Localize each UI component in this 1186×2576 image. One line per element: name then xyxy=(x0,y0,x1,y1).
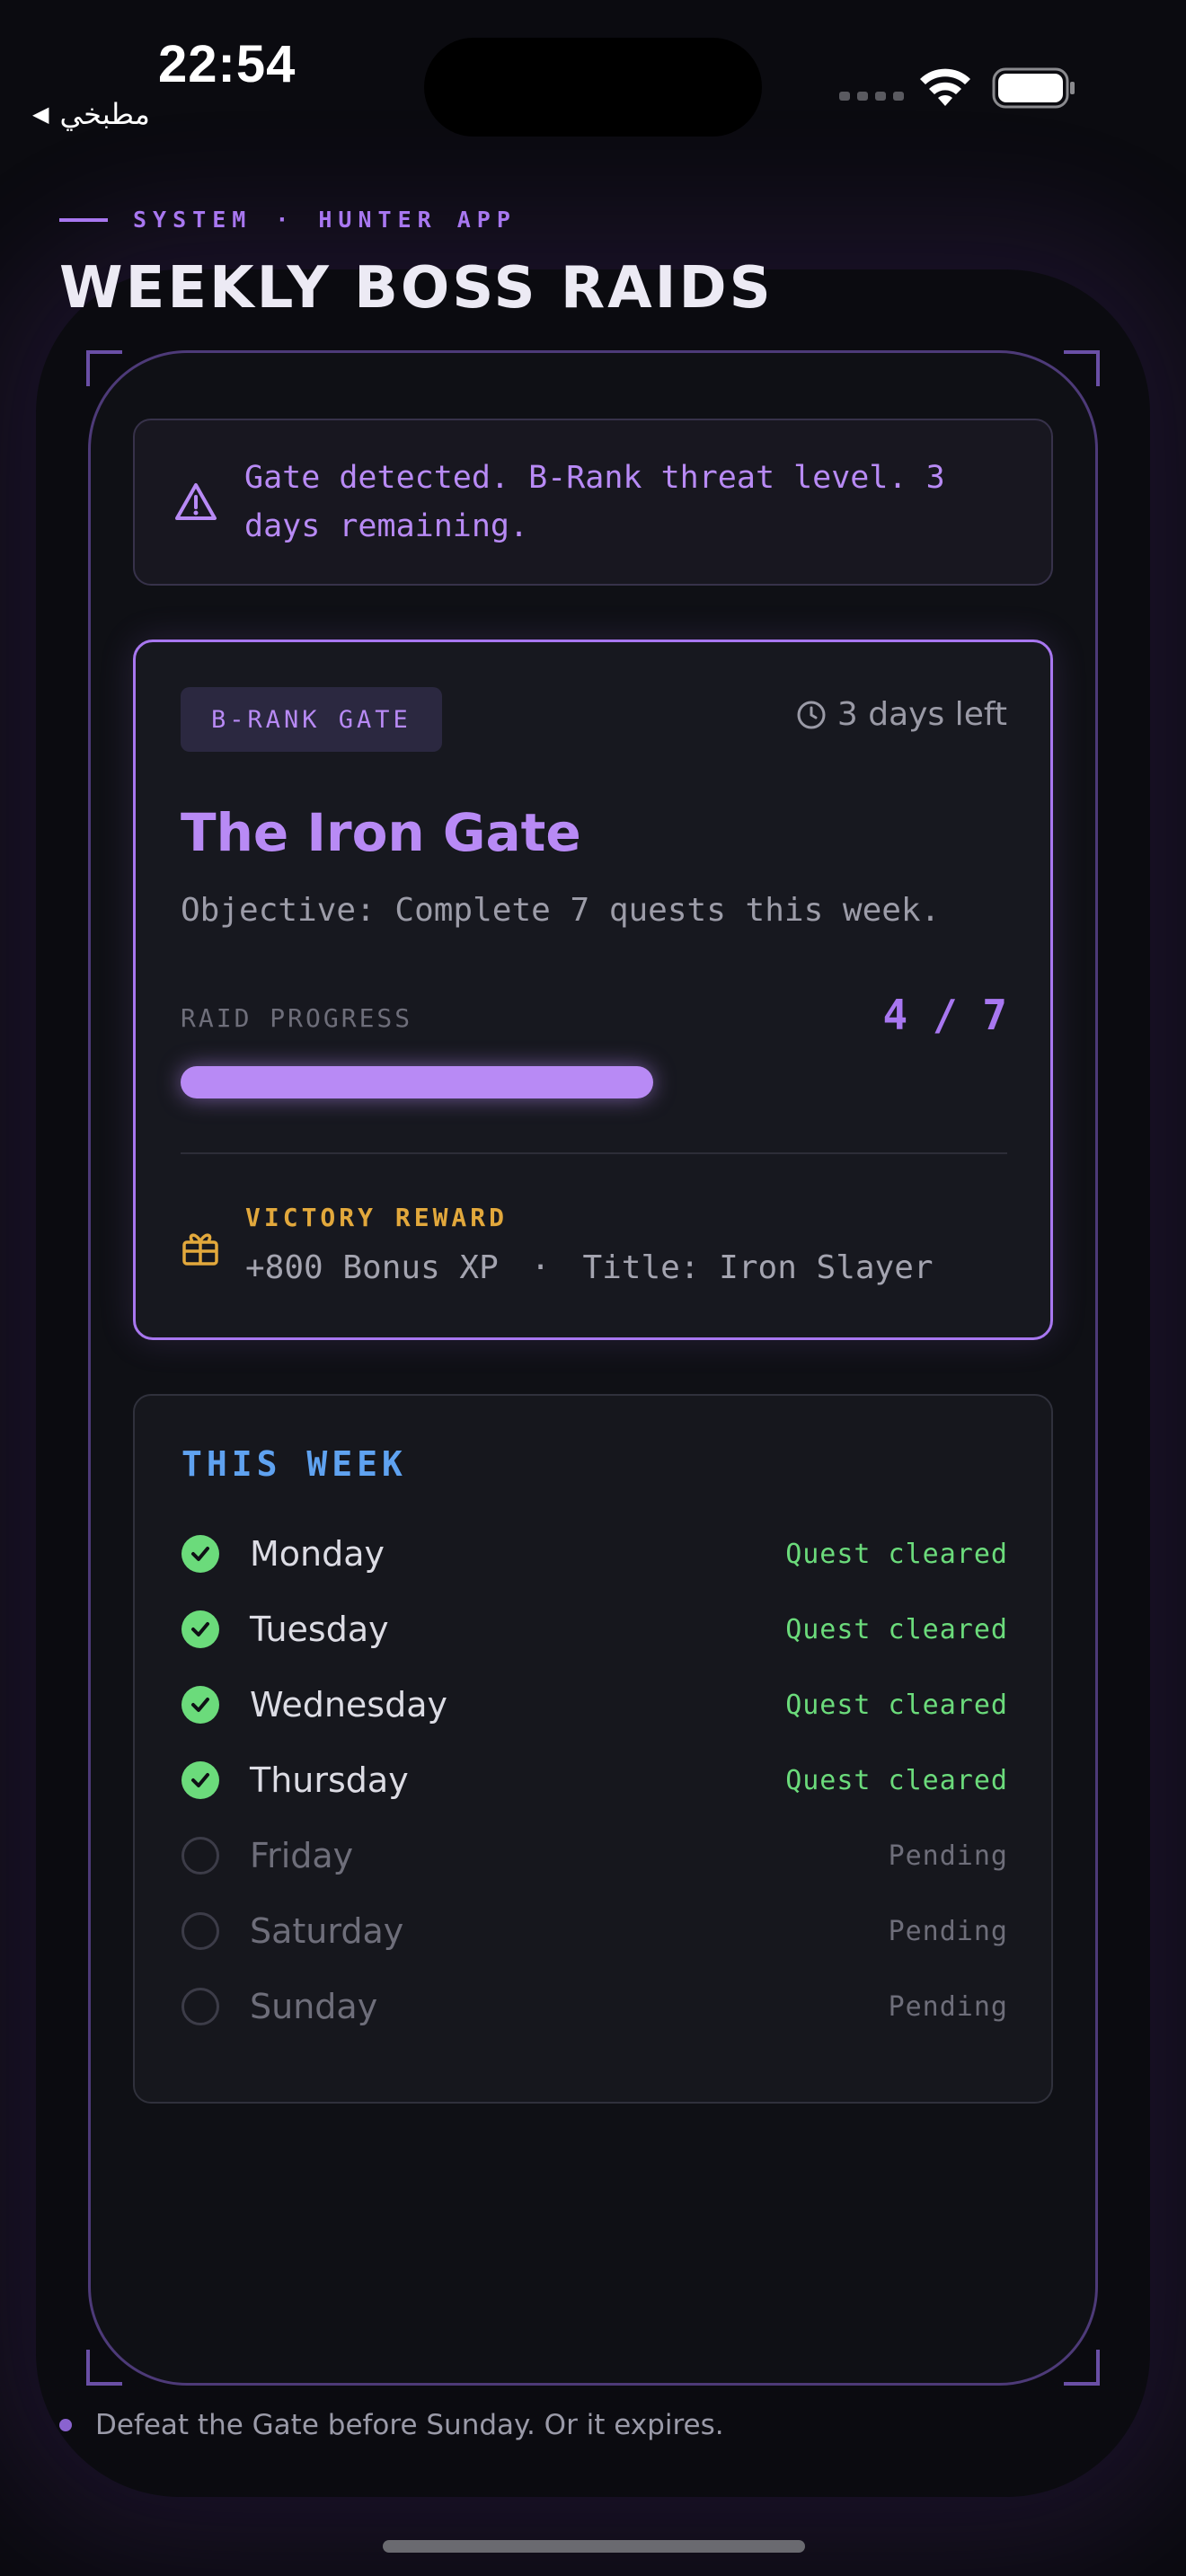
day-status: Pending xyxy=(888,1990,1008,2023)
bullet-dot xyxy=(59,2419,72,2431)
day-status: Pending xyxy=(888,1915,1008,1947)
days-left-label: 3 days left xyxy=(836,696,1007,733)
frame-corner xyxy=(1064,350,1100,386)
rank-badge: B-RANK GATE xyxy=(181,687,442,752)
frame-corner xyxy=(1064,2350,1100,2386)
reward-separator: · xyxy=(530,1249,551,1286)
home-indicator[interactable] xyxy=(383,2540,805,2553)
day-status: Pending xyxy=(888,1839,1008,1872)
reward-label: VICTORY REWARD xyxy=(245,1203,509,1232)
eyebrow-separator: · xyxy=(275,207,296,233)
battery-icon xyxy=(992,67,1075,109)
progress-label: RAID PROGRESS xyxy=(181,1003,413,1033)
week-title: THIS WEEK xyxy=(181,1444,407,1484)
gift-icon xyxy=(182,1233,218,1266)
day-row[interactable]: Wednesday Quest cleared xyxy=(181,1678,1008,1732)
days-left: 3 days left xyxy=(796,696,1007,733)
frame-corner xyxy=(86,350,122,386)
check-circle-icon xyxy=(181,1686,219,1724)
frame-corner xyxy=(86,2350,122,2386)
week-card: THIS WEEK Monday Quest cleared Tuesday Ques… xyxy=(133,1394,1053,2104)
footer-note: Defeat the Gate before Sunday. Or it exp… xyxy=(59,2409,724,2441)
check-circle-icon xyxy=(181,1761,219,1799)
empty-circle-icon xyxy=(181,1837,219,1875)
day-row[interactable]: Saturday Pending xyxy=(181,1904,1008,1958)
reward-title: Title: Iron Slayer xyxy=(582,1249,934,1286)
day-name: Wednesday xyxy=(250,1685,448,1725)
app-eyebrow: SYSTEM · HUNTER APP xyxy=(59,207,517,233)
warning-triangle-icon xyxy=(175,483,217,520)
status-time: 22:54 xyxy=(158,35,296,93)
footer-note-text: Defeat the Gate before Sunday. Or it exp… xyxy=(95,2409,724,2441)
eyebrow-system: SYSTEM xyxy=(133,207,252,233)
day-name: Sunday xyxy=(250,1987,378,2026)
check-circle-icon xyxy=(181,1610,219,1648)
raid-title: The Iron Gate xyxy=(181,802,581,863)
eyebrow-app-name: HUNTER APP xyxy=(318,207,517,233)
day-name: Monday xyxy=(250,1534,385,1574)
day-name: Tuesday xyxy=(250,1610,389,1649)
progress-bar xyxy=(181,1066,1007,1098)
raid-objective: Objective: Complete 7 quests this week. xyxy=(181,892,941,929)
day-name: Saturday xyxy=(250,1911,404,1951)
clock-icon xyxy=(797,701,826,728)
day-name: Friday xyxy=(250,1836,354,1875)
day-status: Quest cleared xyxy=(785,1689,1008,1721)
gate-alert: Gate detected. B-Rank threat level. 3 da… xyxy=(133,419,1053,586)
back-to-app-link[interactable]: ◀ مطبخي xyxy=(32,97,150,131)
cellular-signal-icon xyxy=(839,92,904,101)
day-row[interactable]: Monday Quest cleared xyxy=(181,1527,1008,1581)
day-status: Quest cleared xyxy=(785,1613,1008,1645)
check-circle-icon xyxy=(181,1535,219,1573)
eyebrow-dash xyxy=(59,217,108,222)
progress-count: 4 / 7 xyxy=(882,991,1007,1039)
day-row[interactable]: Tuesday Quest cleared xyxy=(181,1602,1008,1656)
divider xyxy=(181,1152,1007,1154)
day-status: Quest cleared xyxy=(785,1764,1008,1796)
empty-circle-icon xyxy=(181,1912,219,1950)
day-row[interactable]: Sunday Pending xyxy=(181,1980,1008,2033)
raid-card[interactable]: B-RANK GATE 3 days left The Iron Gate Ob… xyxy=(133,640,1053,1340)
page-title: WEEKLY BOSS RAIDS xyxy=(59,255,774,322)
day-name: Thursday xyxy=(250,1760,409,1800)
empty-circle-icon xyxy=(181,1988,219,2025)
back-arrow-icon: ◀ xyxy=(32,101,49,127)
day-row[interactable]: Friday Pending xyxy=(181,1829,1008,1883)
dynamic-island xyxy=(424,38,762,137)
alert-message: Gate detected. B-Rank threat level. 3 da… xyxy=(244,460,945,544)
reward-details: +800 Bonus XP · Title: Iron Slayer xyxy=(245,1249,934,1286)
back-app-label: مطبخي xyxy=(59,97,150,131)
day-row[interactable]: Thursday Quest cleared xyxy=(181,1753,1008,1807)
wifi-icon xyxy=(920,68,970,106)
reward-xp: +800 Bonus XP xyxy=(245,1249,499,1286)
day-status: Quest cleared xyxy=(785,1538,1008,1570)
progress-bar-fill xyxy=(181,1066,653,1098)
